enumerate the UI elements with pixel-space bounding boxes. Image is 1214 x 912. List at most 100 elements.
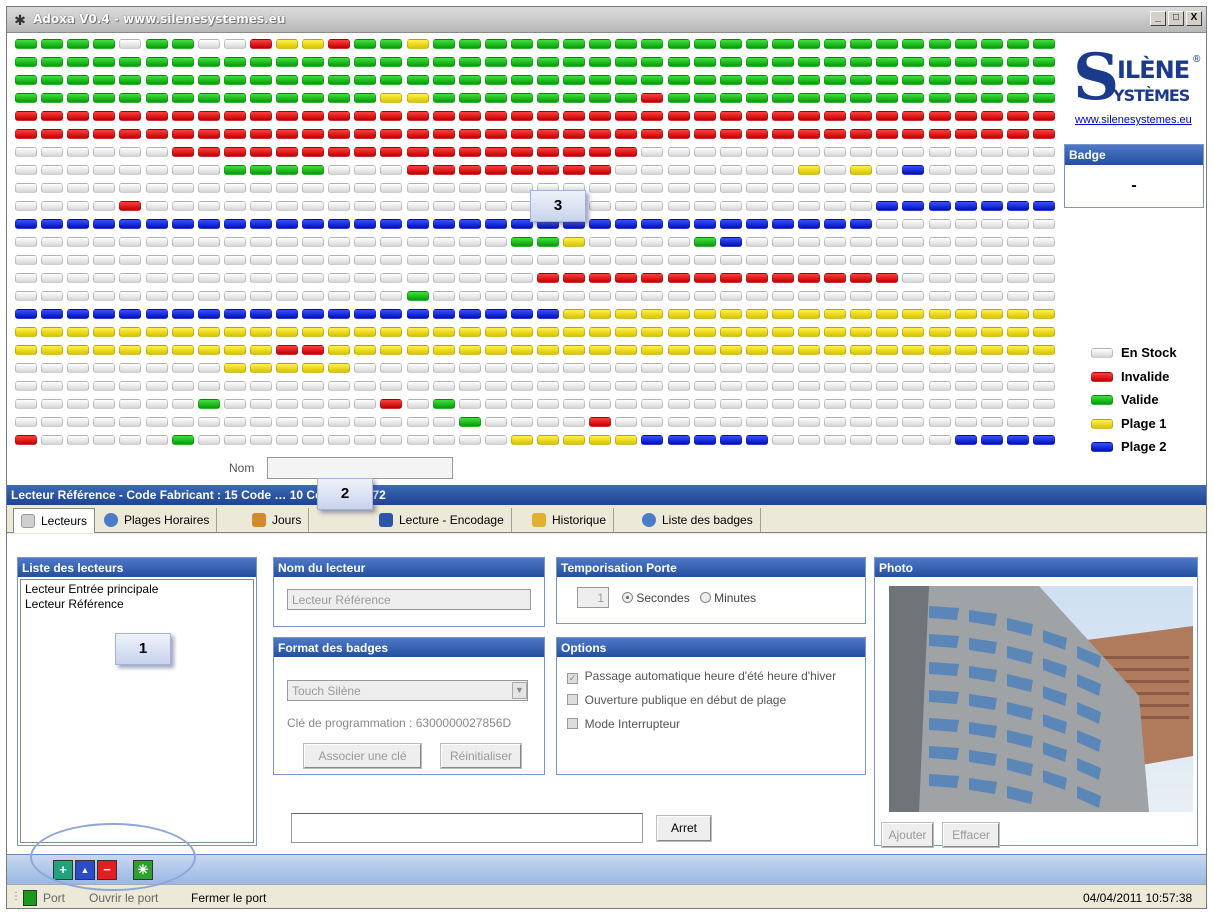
- badge-slot-stock[interactable]: [667, 363, 690, 373]
- badge-slot-stock[interactable]: [824, 165, 847, 175]
- badge-slot-stock[interactable]: [458, 237, 481, 247]
- badge-slot-stock[interactable]: [41, 273, 64, 283]
- badge-slot-stock[interactable]: [719, 417, 742, 427]
- badge-slot-stock[interactable]: [980, 147, 1003, 157]
- badge-slot-stock[interactable]: [354, 399, 377, 409]
- nom-input[interactable]: [267, 457, 453, 479]
- badge-slot-invalide[interactable]: [615, 129, 638, 139]
- badge-slot-stock[interactable]: [771, 255, 794, 265]
- badge-slot-valide[interactable]: [693, 93, 716, 103]
- badge-slot-stock[interactable]: [15, 165, 37, 175]
- badge-slot-invalide[interactable]: [302, 129, 325, 139]
- badge-slot-stock[interactable]: [693, 147, 716, 157]
- badge-slot-plage1[interactable]: [850, 165, 873, 175]
- badge-slot-stock[interactable]: [745, 291, 768, 301]
- badge-slot-invalide[interactable]: [432, 165, 455, 175]
- badge-slot-plage1[interactable]: [693, 345, 716, 355]
- badge-slot-stock[interactable]: [719, 363, 742, 373]
- badge-slot-invalide[interactable]: [484, 111, 507, 121]
- badge-slot-stock[interactable]: [93, 399, 116, 409]
- badge-slot-stock[interactable]: [93, 291, 116, 301]
- minimize-button[interactable]: _: [1150, 11, 1166, 26]
- badge-slot-invalide[interactable]: [249, 147, 272, 157]
- badge-slot-valide[interactable]: [171, 75, 194, 85]
- badge-slot-plage1[interactable]: [1032, 345, 1055, 355]
- badge-slot-invalide[interactable]: [824, 111, 847, 121]
- badge-slot-plage2[interactable]: [67, 219, 90, 229]
- badge-slot-stock[interactable]: [589, 381, 612, 391]
- badge-slot-valide[interactable]: [850, 93, 873, 103]
- badge-slot-stock[interactable]: [354, 237, 377, 247]
- badge-slot-valide[interactable]: [537, 237, 559, 247]
- badge-slot-stock[interactable]: [328, 255, 351, 265]
- badge-slot-valide[interactable]: [197, 93, 220, 103]
- badge-slot-valide[interactable]: [432, 399, 455, 409]
- badge-slot-stock[interactable]: [67, 165, 90, 175]
- badge-slot-valide[interactable]: [876, 93, 899, 103]
- badge-slot-valide[interactable]: [719, 75, 742, 85]
- badge-slot-stock[interactable]: [902, 417, 925, 427]
- badge-slot-stock[interactable]: [93, 183, 116, 193]
- badge-slot-stock[interactable]: [119, 237, 142, 247]
- badge-slot-stock[interactable]: [693, 183, 716, 193]
- badge-slot-stock[interactable]: [1006, 237, 1029, 247]
- badge-slot-plage2[interactable]: [954, 201, 977, 211]
- badge-slot-stock[interactable]: [328, 165, 351, 175]
- badge-slot-stock[interactable]: [510, 417, 533, 427]
- badge-slot-invalide[interactable]: [15, 129, 37, 139]
- badge-slot-plage1[interactable]: [563, 435, 586, 445]
- badge-slot-plage1[interactable]: [745, 309, 768, 319]
- badge-slot-invalide[interactable]: [719, 129, 742, 139]
- badge-slot-stock[interactable]: [980, 237, 1003, 247]
- badge-slot-invalide[interactable]: [589, 129, 612, 139]
- badge-slot-invalide[interactable]: [615, 147, 638, 157]
- badge-slot-invalide[interactable]: [771, 273, 794, 283]
- badge-slot-stock[interactable]: [876, 435, 899, 445]
- badge-slot-stock[interactable]: [928, 381, 951, 391]
- badge-slot-plage1[interactable]: [41, 345, 64, 355]
- badge-slot-valide[interactable]: [902, 93, 925, 103]
- badge-slot-valide[interactable]: [458, 93, 481, 103]
- badge-slot-stock[interactable]: [719, 399, 742, 409]
- badge-slot-stock[interactable]: [667, 201, 690, 211]
- badge-slot-stock[interactable]: [302, 201, 325, 211]
- badge-slot-stock[interactable]: [693, 255, 716, 265]
- badge-slot-stock[interactable]: [928, 219, 951, 229]
- badge-slot-invalide[interactable]: [667, 111, 690, 121]
- badge-slot-stock[interactable]: [197, 381, 220, 391]
- badge-slot-plage1[interactable]: [276, 327, 298, 337]
- badge-slot-stock[interactable]: [119, 165, 142, 175]
- badge-slot-valide[interactable]: [380, 75, 403, 85]
- badge-slot-plage1[interactable]: [171, 327, 194, 337]
- badge-slot-stock[interactable]: [406, 183, 429, 193]
- badge-slot-stock[interactable]: [276, 237, 298, 247]
- badge-slot-stock[interactable]: [145, 381, 168, 391]
- badge-slot-valide[interactable]: [641, 57, 664, 67]
- badge-slot-plage1[interactable]: [798, 345, 820, 355]
- badge-slot-valide[interactable]: [1006, 57, 1029, 67]
- badge-slot-stock[interactable]: [928, 399, 951, 409]
- badge-slot-stock[interactable]: [119, 417, 142, 427]
- badge-slot-stock[interactable]: [771, 435, 794, 445]
- badge-slot-plage1[interactable]: [589, 345, 612, 355]
- badge-slot-valide[interactable]: [406, 75, 429, 85]
- badge-slot-stock[interactable]: [824, 201, 847, 211]
- badge-slot-stock[interactable]: [641, 363, 664, 373]
- badge-slot-invalide[interactable]: [928, 129, 951, 139]
- badge-slot-stock[interactable]: [93, 273, 116, 283]
- badge-slot-invalide[interactable]: [876, 111, 899, 121]
- tab-historique[interactable]: Historique: [525, 508, 615, 532]
- badge-slot-valide[interactable]: [876, 39, 899, 49]
- close-button[interactable]: X: [1186, 11, 1202, 26]
- badge-slot-valide[interactable]: [197, 57, 220, 67]
- badge-slot-plage2[interactable]: [1032, 201, 1055, 211]
- badge-slot-valide[interactable]: [67, 39, 90, 49]
- badge-slot-invalide[interactable]: [249, 39, 272, 49]
- badge-slot-plage1[interactable]: [93, 345, 116, 355]
- badge-slot-valide[interactable]: [145, 75, 168, 85]
- badge-slot-plage1[interactable]: [41, 327, 64, 337]
- badge-slot-stock[interactable]: [380, 417, 403, 427]
- badge-slot-plage2[interactable]: [223, 219, 246, 229]
- badge-slot-stock[interactable]: [406, 201, 429, 211]
- badge-slot-plage1[interactable]: [850, 309, 873, 319]
